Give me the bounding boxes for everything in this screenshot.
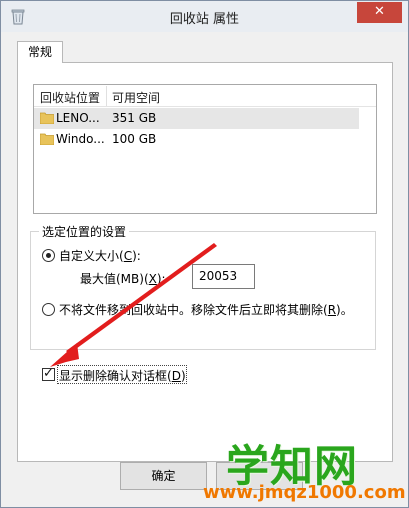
column-header-free-space[interactable]: 可用空间: [112, 89, 160, 106]
title-bar[interactable]: 回收站 属性 ✕: [1, 1, 408, 32]
confirm-delete-checkbox[interactable]: ✓: [42, 366, 55, 381]
folder-icon: [40, 133, 54, 145]
no-move-radio[interactable]: [42, 303, 55, 316]
max-size-label: 最大值(MB)(X):: [80, 272, 166, 286]
confirm-delete-label[interactable]: 显示删除确认对话框(D): [59, 367, 186, 384]
location-name: Windo...: [56, 132, 105, 146]
location-free-space: 351 GB: [112, 111, 157, 125]
location-free-space: 100 GB: [112, 132, 157, 146]
custom-size-label[interactable]: 自定义大小(C):: [59, 247, 141, 264]
max-size-input[interactable]: 20053: [192, 264, 255, 289]
ok-button[interactable]: 确定: [120, 462, 207, 490]
location-name: LENO...: [56, 111, 100, 125]
custom-size-radio[interactable]: [42, 249, 55, 262]
column-header-location[interactable]: 回收站位置: [40, 89, 100, 106]
list-item[interactable]: Windo... 100 GB: [34, 129, 359, 150]
watermark-url: www.jmqz1000.com: [203, 482, 406, 503]
list-item[interactable]: LENO... 351 GB: [34, 108, 359, 129]
folder-icon: [40, 112, 54, 124]
settings-group-legend: 选定位置的设置: [39, 223, 130, 240]
no-move-label[interactable]: 不将文件移到回收站中。移除文件后立即将其删除(R)。: [59, 301, 353, 318]
tab-general[interactable]: 常规: [17, 41, 63, 63]
list-header: 回收站位置 可用空间: [34, 85, 376, 107]
location-list[interactable]: 回收站位置 可用空间 LENO... 351 GB Windo... 100 G…: [33, 84, 377, 214]
column-divider[interactable]: [106, 86, 107, 106]
window-title: 回收站 属性: [169, 12, 240, 27]
close-button[interactable]: ✕: [357, 2, 402, 23]
